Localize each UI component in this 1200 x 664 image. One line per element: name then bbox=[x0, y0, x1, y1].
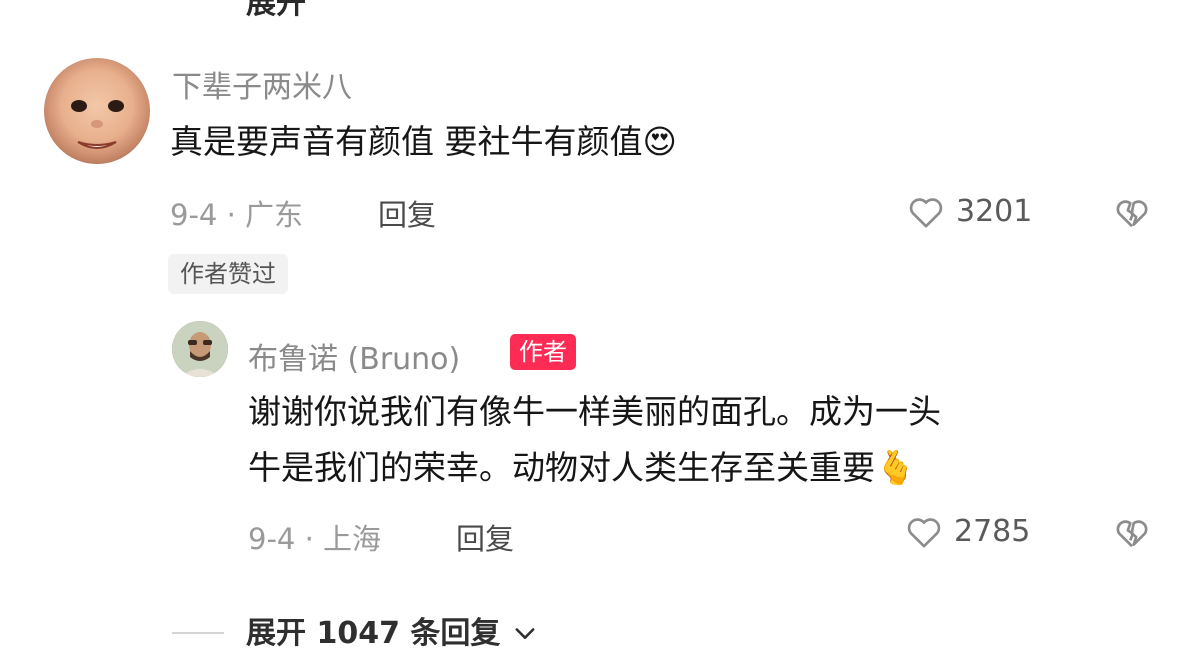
heart-outline-icon bbox=[907, 518, 941, 548]
comment-thread: 展开 下辈子两米八 真是要声音有颜值 要社牛有颜值😍 9-4 · 广东 回复 3… bbox=[0, 0, 1200, 664]
commenter-avatar[interactable] bbox=[44, 58, 150, 164]
reply-text-line-1: 谢谢你说我们有像牛一样美丽的面孔。成为一头 bbox=[248, 392, 941, 431]
heart-outline-icon bbox=[909, 198, 943, 228]
face-photo bbox=[71, 100, 124, 149]
comment-text: 真是要声音有颜值 要社牛有颜值😍 bbox=[170, 122, 677, 161]
chevron-down-icon bbox=[515, 628, 535, 639]
expand-replies-button[interactable]: 展开 1047 条回复 bbox=[246, 608, 539, 652]
broken-heart-icon bbox=[1116, 200, 1148, 228]
comment-like-count: 3201 bbox=[956, 194, 1033, 229]
reply-text-line-2: 牛是我们的荣幸。动物对人类生存至关重要🫰 bbox=[248, 448, 917, 487]
reply-like-count: 2785 bbox=[954, 514, 1031, 549]
replier-avatar[interactable] bbox=[172, 321, 228, 377]
commenter-username[interactable]: 下辈子两米八 bbox=[172, 62, 352, 106]
author-badge: 作者 bbox=[510, 334, 576, 370]
author-liked-badge: 作者赞过 bbox=[168, 254, 288, 294]
reply-dislike-button[interactable] bbox=[1112, 512, 1152, 556]
person-photo bbox=[172, 321, 228, 377]
expand-replies-label: 展开 1047 条回复 bbox=[246, 616, 501, 651]
replier-username[interactable]: 布鲁诺 (Bruno) bbox=[248, 334, 460, 378]
comment-dislike-button[interactable] bbox=[1112, 192, 1152, 236]
comment-date-location: 9-4 · 广东 bbox=[170, 198, 304, 232]
top-expand-link[interactable]: 展开 bbox=[246, 0, 306, 22]
reply-date-location: 9-4 · 上海 bbox=[248, 522, 382, 556]
comment-reply-button[interactable]: 回复 bbox=[378, 192, 436, 234]
reply-reply-button[interactable]: 回复 bbox=[456, 516, 514, 558]
comment-like-button[interactable] bbox=[906, 192, 946, 236]
divider-line bbox=[172, 632, 224, 634]
reply-like-button[interactable] bbox=[904, 512, 944, 556]
broken-heart-icon bbox=[1116, 520, 1148, 548]
